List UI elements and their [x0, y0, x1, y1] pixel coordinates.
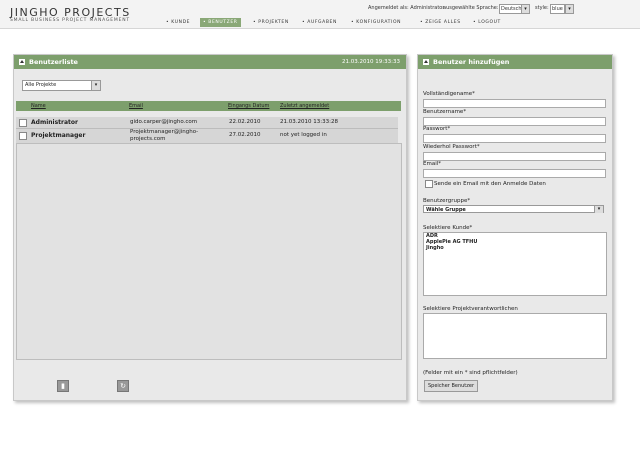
- language-select[interactable]: Deutsch: [499, 4, 524, 14]
- send-email-checkbox[interactable]: [425, 180, 433, 188]
- fullname-label: Vollständigename*: [423, 91, 475, 97]
- userlist-header: Benutzerliste 21.03.2010 19:33:33: [14, 55, 406, 69]
- language-label: ausgewählte Sprache:: [443, 5, 499, 11]
- style-dropdown-button[interactable]: ▾: [565, 4, 574, 14]
- delete-button[interactable]: ▮: [57, 380, 69, 392]
- language-dropdown-button[interactable]: ▾: [521, 4, 530, 14]
- save-user-button[interactable]: Speicher Benutzer: [424, 380, 479, 392]
- style-label: style:: [535, 5, 549, 11]
- chevron-down-icon: ▾: [568, 6, 571, 12]
- pm-label: Selektiere Projektverantwortlichen: [423, 306, 518, 312]
- chevron-down-icon: ▾: [594, 206, 603, 213]
- column-email[interactable]: Email: [129, 103, 143, 109]
- group-select[interactable]: Wähle Gruppe ▾: [423, 205, 604, 213]
- app-subtitle: SMALL BUSINESS PROJECT MANAGEMENT: [10, 18, 130, 23]
- password-input[interactable]: [423, 134, 606, 143]
- nav-projekten[interactable]: • PROJEKTEN: [253, 18, 289, 27]
- style-select[interactable]: blue: [550, 4, 565, 14]
- username-label: Benutzername*: [423, 109, 467, 115]
- list-item[interactable]: Jingho: [424, 245, 606, 251]
- refresh-icon: ↻: [120, 382, 126, 390]
- table-row[interactable]: Administrator gido.carper@jingho.com 22.…: [16, 117, 398, 129]
- column-name[interactable]: Name: [31, 103, 46, 109]
- group-label: Benutzergruppe*: [423, 198, 471, 204]
- password-repeat-label: Wiederhol Passwort*: [423, 144, 480, 150]
- username-input[interactable]: [423, 117, 606, 126]
- email-label: Email*: [423, 161, 442, 167]
- customers-listbox[interactable]: ADR ApplePie AG TFHU Jingho: [423, 232, 607, 296]
- trash-icon: ▮: [61, 382, 65, 390]
- customers-label: Selektiere Kunde*: [423, 225, 473, 231]
- pm-listbox[interactable]: [423, 313, 607, 359]
- adduser-title: Benutzer hinzufügen: [433, 58, 510, 66]
- userlist-empty-area: [16, 143, 402, 360]
- row-checkbox[interactable]: [19, 132, 27, 140]
- collapse-icon[interactable]: [19, 59, 25, 65]
- collapse-icon[interactable]: [423, 59, 429, 65]
- table-header: Name Email Eingangs Datum Zuletzt angeme…: [16, 101, 401, 111]
- fullname-input[interactable]: [423, 99, 606, 108]
- send-email-label: Sende ein Email mit den Anmelde Daten: [434, 181, 546, 187]
- nav-konfiguration[interactable]: • KONFIGURATION: [351, 18, 401, 27]
- password-label: Passwort*: [423, 126, 451, 132]
- nav-benutzer[interactable]: • BENUTZER: [200, 18, 241, 27]
- project-filter-select[interactable]: Alle Projekte ▾: [22, 80, 101, 91]
- table-row[interactable]: Projektmanager Projektmanager@jingho-pro…: [16, 129, 398, 144]
- nav-aufgaben[interactable]: • AUFGABEN: [302, 18, 337, 27]
- userlist-title: Benutzerliste: [29, 58, 78, 66]
- required-note: (Felder mit ein * sind pflichtfelder): [423, 370, 518, 376]
- column-entry-date[interactable]: Eingangs Datum: [228, 103, 269, 109]
- nav-zeige-alles[interactable]: • ZEIGE ALLES: [420, 18, 461, 27]
- chevron-down-icon: ▾: [91, 81, 100, 90]
- nav-kunde[interactable]: • KUNDE: [166, 18, 190, 27]
- nav-logout[interactable]: • LOGOUT: [473, 18, 501, 27]
- column-last-login[interactable]: Zuletzt angemeldet: [280, 103, 329, 109]
- logged-in-text: Angemeldet als: Administrator: [368, 5, 445, 11]
- row-checkbox[interactable]: [19, 119, 27, 127]
- email-input[interactable]: [423, 169, 606, 178]
- refresh-button[interactable]: ↻: [117, 380, 129, 392]
- adduser-header: Benutzer hinzufügen: [418, 55, 612, 69]
- chevron-down-icon: ▾: [524, 6, 527, 12]
- password-repeat-input[interactable]: [423, 152, 606, 161]
- userlist-datetime: 21.03.2010 19:33:33: [342, 59, 400, 65]
